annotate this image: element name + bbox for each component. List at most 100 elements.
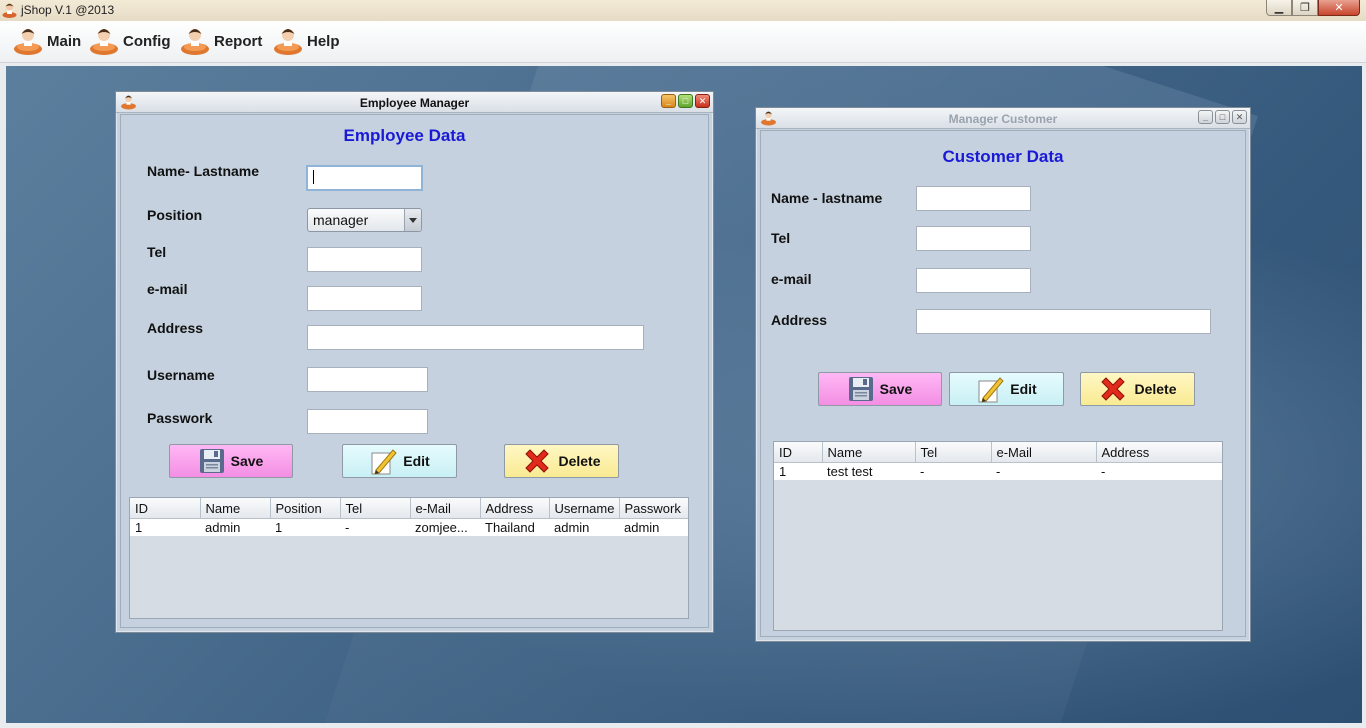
customer-name-label: Name - lastname: [771, 190, 883, 206]
employee-table[interactable]: ID Name Position Tel e-Mail Address User…: [129, 497, 689, 619]
customer-window-controls: _ □ ✕: [1198, 110, 1247, 124]
menu-item-main[interactable]: Main: [12, 24, 81, 58]
menu-report-label: Report: [214, 32, 263, 50]
chevron-down-icon[interactable]: [404, 209, 421, 231]
window-restore-button[interactable]: ❐: [1292, 0, 1318, 16]
employee-name-input[interactable]: [306, 165, 423, 191]
employee-form-panel: Employee Data Name- Lastname Position ma…: [120, 114, 709, 628]
menu-item-config[interactable]: Config: [88, 24, 170, 58]
text-caret: [313, 170, 314, 184]
employee-close-button[interactable]: ✕: [695, 94, 710, 108]
menu-config-label: Config: [123, 32, 171, 50]
employee-edit-button[interactable]: Edit: [342, 444, 457, 478]
customer-minimize-button[interactable]: _: [1198, 110, 1213, 124]
table-cell: 1: [270, 518, 340, 536]
user-icon: [179, 24, 211, 59]
customer-name-input[interactable]: [916, 186, 1031, 211]
employee-grid: ID Name Position Tel e-Mail Address User…: [130, 498, 688, 536]
column-header[interactable]: Address: [1096, 442, 1222, 463]
app-title: jShop V.1 @2013: [21, 3, 115, 17]
table-cell: 1: [130, 518, 200, 536]
column-header[interactable]: e-Mail: [991, 442, 1097, 463]
customer-address-input[interactable]: [916, 309, 1211, 334]
window-close-button[interactable]: ✕: [1318, 0, 1360, 16]
customer-heading: Customer Data: [942, 147, 1064, 166]
column-header[interactable]: e-Mail: [410, 498, 481, 519]
column-header[interactable]: Tel: [340, 498, 411, 519]
email-label: e-mail: [147, 281, 188, 297]
app-user-icon: [2, 2, 17, 21]
column-header[interactable]: ID: [774, 442, 823, 463]
column-header[interactable]: Name: [822, 442, 916, 463]
customer-maximize-button[interactable]: □: [1215, 110, 1230, 124]
customer-save-label: Save: [879, 381, 913, 397]
employee-save-label: Save: [230, 453, 264, 469]
column-header[interactable]: Username: [549, 498, 620, 519]
red-x-icon: [1098, 374, 1128, 404]
customer-edit-button[interactable]: Edit: [949, 372, 1064, 406]
table-cell: admin: [619, 518, 688, 536]
customer-address-label: Address: [771, 312, 828, 328]
window-controls: ▁ ❐ ✕: [1266, 0, 1360, 17]
customer-edit-label: Edit: [1010, 381, 1037, 397]
employee-manager-window: Employee Manager _ □ ✕ Employee Data Nam…: [115, 91, 714, 633]
position-label: Position: [147, 207, 203, 223]
table-cell: admin: [549, 518, 619, 536]
customer-close-button[interactable]: ✕: [1232, 110, 1247, 124]
column-header[interactable]: Address: [480, 498, 550, 519]
employee-tel-input[interactable]: [307, 247, 422, 272]
table-header-row: ID Name Position Tel e-Mail Address User…: [130, 498, 688, 519]
user-icon: [12, 24, 44, 59]
menu-item-help[interactable]: Help: [272, 24, 340, 58]
table-cell: Thailand: [480, 518, 549, 536]
table-cell: -: [991, 462, 1096, 480]
user-icon: [272, 24, 304, 59]
employee-window-titlebar[interactable]: Employee Manager _ □ ✕: [116, 92, 713, 113]
column-header[interactable]: ID: [130, 498, 201, 519]
user-icon: [88, 24, 120, 59]
position-select-value: manager: [313, 212, 369, 228]
username-label: Username: [147, 367, 215, 383]
floppy-disk-icon: [199, 448, 225, 474]
column-header[interactable]: Position: [270, 498, 341, 519]
column-header[interactable]: Tel: [915, 442, 992, 463]
password-label: Passwork: [147, 410, 213, 426]
table-header-row: ID Name Tel e-Mail Address: [774, 442, 1222, 463]
employee-save-button[interactable]: Save: [169, 444, 293, 478]
customer-email-input[interactable]: [916, 268, 1031, 293]
window-minimize-button[interactable]: ▁: [1266, 0, 1292, 16]
table-cell: -: [340, 518, 410, 536]
customer-window-title: Manager Customer: [948, 112, 1058, 126]
table-cell: admin: [200, 518, 270, 536]
column-header[interactable]: Passwork: [619, 498, 688, 519]
employee-address-input[interactable]: [307, 325, 644, 350]
customer-email-label: e-mail: [771, 271, 812, 287]
address-label: Address: [147, 320, 204, 336]
customer-table[interactable]: ID Name Tel e-Mail Address 1 test test -…: [773, 441, 1223, 631]
table-row[interactable]: 1 admin 1 - zomjee... Thailand admin adm…: [130, 518, 688, 536]
position-select[interactable]: manager: [307, 208, 422, 232]
table-row[interactable]: 1 test test - - -: [774, 462, 1222, 480]
column-header[interactable]: Name: [200, 498, 271, 519]
app-titlebar: jShop V.1 @2013 ▁ ❐ ✕: [0, 0, 1366, 22]
pencil-paper-icon: [976, 375, 1004, 403]
employee-password-input[interactable]: [307, 409, 428, 434]
customer-save-button[interactable]: Save: [818, 372, 942, 406]
employee-email-input[interactable]: [307, 286, 422, 311]
floppy-disk-icon: [848, 376, 874, 402]
customer-form-panel: Customer Data Name - lastname Tel e-mail…: [760, 130, 1246, 637]
customer-delete-button[interactable]: Delete: [1080, 372, 1195, 406]
table-cell: test test: [822, 462, 915, 480]
red-x-icon: [522, 446, 552, 476]
menu-item-report[interactable]: Report: [179, 24, 262, 58]
pencil-paper-icon: [369, 447, 397, 475]
employee-edit-label: Edit: [403, 453, 430, 469]
employee-username-input[interactable]: [307, 367, 428, 392]
customer-tel-label: Tel: [771, 230, 791, 246]
customer-window-titlebar[interactable]: Manager Customer _ □ ✕: [756, 108, 1250, 129]
employee-minimize-button[interactable]: _: [661, 94, 676, 108]
customer-tel-input[interactable]: [916, 226, 1031, 251]
tel-label: Tel: [147, 244, 167, 260]
employee-maximize-button[interactable]: □: [678, 94, 693, 108]
employee-delete-button[interactable]: Delete: [504, 444, 619, 478]
